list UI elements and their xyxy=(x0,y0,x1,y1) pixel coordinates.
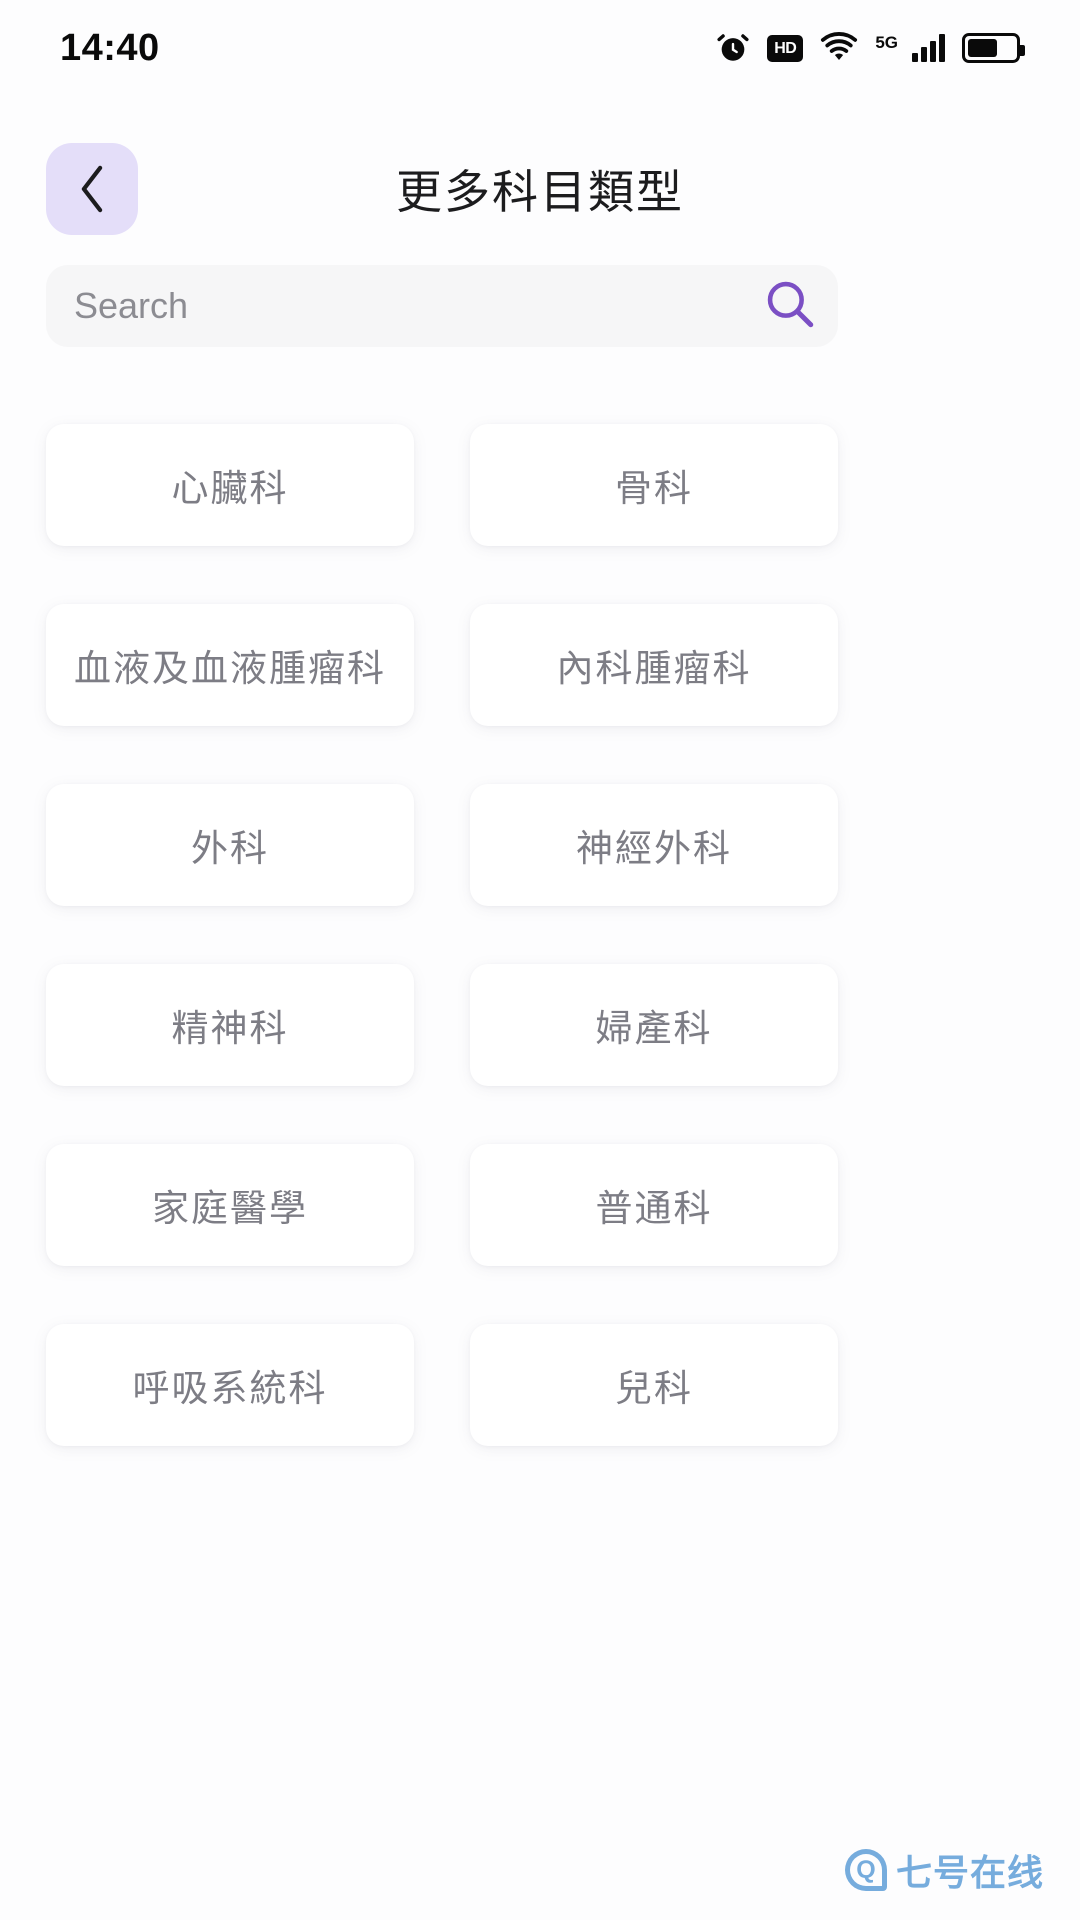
network-5g-icon: 5G xyxy=(875,33,898,52)
status-bar: 14:40 HD 5G xyxy=(0,0,1080,96)
watermark-text: 七号在线 xyxy=(895,1853,1044,1894)
subject-card[interactable]: 家庭醫學 xyxy=(46,1144,414,1266)
subject-card[interactable]: 呼吸系統科 xyxy=(46,1324,414,1446)
subject-label: 呼吸系統科 xyxy=(132,1367,328,1410)
subject-label: 血液及血液腫瘤科 xyxy=(74,647,386,690)
signal-bars-icon xyxy=(912,34,945,62)
subject-card[interactable]: 神經外科 xyxy=(470,784,838,906)
subject-card[interactable]: 內科腫瘤科 xyxy=(470,604,838,726)
hd-icon: HD xyxy=(767,34,804,62)
subject-grid: 心臟科 骨科 血液及血液腫瘤科 內科腫瘤科 外科 神經外科 精神科 婦產科 家庭… xyxy=(46,424,838,1446)
subject-card[interactable]: 婦產科 xyxy=(470,964,838,1086)
watermark-logo-icon: Q xyxy=(844,1849,887,1891)
app-screen: 14:40 HD 5G 更多科目類型 Search 心臟科 骨科 血液及血液腫瘤… xyxy=(0,0,1080,1920)
subject-label: 骨科 xyxy=(615,467,693,510)
subject-card[interactable]: 兒科 xyxy=(470,1324,838,1446)
wifi-icon xyxy=(820,31,858,65)
subject-card[interactable]: 外科 xyxy=(46,784,414,906)
search-icon xyxy=(763,277,817,336)
search-bar[interactable] xyxy=(46,265,838,347)
subject-label: 神經外科 xyxy=(576,827,732,870)
page-title: 更多科目類型 xyxy=(396,165,684,219)
subject-card[interactable]: 血液及血液腫瘤科 xyxy=(46,604,414,726)
subject-label: 內科腫瘤科 xyxy=(556,647,752,690)
subject-label: 心臟科 xyxy=(171,467,289,510)
subject-label: 精神科 xyxy=(171,1007,289,1050)
search-button[interactable] xyxy=(742,265,838,347)
subject-card[interactable]: 骨科 xyxy=(470,424,838,546)
subject-label: 普通科 xyxy=(595,1187,713,1230)
subject-label: 家庭醫學 xyxy=(152,1187,308,1230)
subject-label: 兒科 xyxy=(615,1367,693,1410)
search-input[interactable] xyxy=(46,285,742,327)
subject-label: 婦產科 xyxy=(595,1007,713,1050)
subject-card[interactable]: 普通科 xyxy=(470,1144,838,1266)
alarm-icon xyxy=(716,31,750,65)
watermark: Q 七号在线 xyxy=(844,1844,1044,1896)
subject-label: 外科 xyxy=(191,827,269,870)
status-icon-group: HD 5G xyxy=(716,31,1025,65)
subject-card[interactable]: 心臟科 xyxy=(46,424,414,546)
subject-card[interactable]: 精神科 xyxy=(46,964,414,1086)
battery-icon xyxy=(962,33,1025,63)
watermark-mark: Q xyxy=(856,1855,876,1884)
status-time: 14:40 xyxy=(60,26,160,69)
page-header: 更多科目類型 xyxy=(0,143,1080,235)
